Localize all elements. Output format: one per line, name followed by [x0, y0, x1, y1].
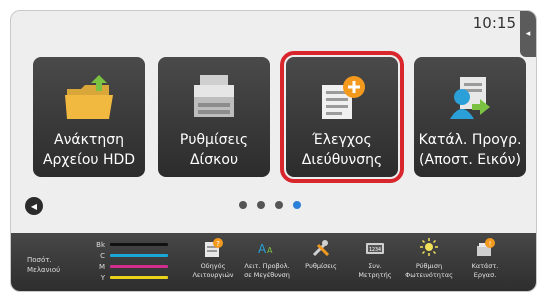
- bottom-function-bar: Ποσότ. Μελανιού Bk C M Y ? Οδηγός Λειτου…: [11, 233, 536, 291]
- toner-bar-magenta: [110, 265, 168, 268]
- function-label: Ρυθμίσεις: [305, 262, 337, 270]
- function-label: Συν.: [368, 262, 382, 270]
- toner-code: M: [98, 262, 105, 271]
- touch-screen: 10:15 ◂ Ανάκτηση Αρχείου HDD Ρυθμίσεις Δ…: [10, 10, 537, 292]
- function-label: Οδηγός: [200, 262, 226, 270]
- function-label: Φωτεινότητας: [405, 271, 453, 279]
- function-label: Κατάστ.: [471, 262, 499, 270]
- toner-label: Ποσότ. Μελανιού: [27, 255, 60, 275]
- folder-icon: [65, 75, 113, 119]
- page-dot-active[interactable]: [293, 201, 301, 209]
- toner-code: Bk: [96, 240, 105, 249]
- svg-text:1234: 1234: [369, 247, 381, 253]
- guide-icon: ?: [205, 238, 223, 257]
- job-status-button[interactable]: ! Κατάστ. Εργασ.: [459, 237, 511, 280]
- svg-text:A: A: [258, 242, 267, 256]
- svg-text:A: A: [267, 246, 273, 255]
- function-label: Μετρητής: [358, 271, 392, 279]
- toner-row-bk: Bk: [91, 239, 171, 250]
- tile-label-line2: (Αποστ. Εικόν): [419, 152, 521, 168]
- total-count-button[interactable]: 1234 Συν. Μετρητής: [349, 237, 401, 280]
- page-dot[interactable]: [239, 201, 247, 209]
- toner-code: Y: [100, 273, 105, 282]
- tile-hdd-retrieve[interactable]: Ανάκτηση Αρχείου HDD: [33, 57, 145, 177]
- brightness-button[interactable]: Ρύθμιση Φωτεινότητας: [403, 237, 455, 280]
- operation-guide-button[interactable]: ? Οδηγός Λειτουργιών: [187, 237, 239, 280]
- function-label: σε Μεγέθυνση: [244, 271, 290, 279]
- function-label: Εργασ.: [473, 271, 497, 279]
- toner-label-line1: Ποσότ.: [27, 256, 52, 264]
- function-label: Λειτ. Προβολ.: [244, 262, 290, 270]
- enlarge-display-button[interactable]: A A Λειτ. Προβολ. σε Μεγέθυνση: [241, 237, 293, 280]
- toner-label-line2: Μελανιού: [27, 266, 61, 274]
- tile-label-line2: Δίσκου: [189, 152, 239, 168]
- settings-button[interactable]: Ρυθμίσεις: [295, 237, 347, 271]
- counter-icon: 1234: [366, 243, 384, 254]
- toner-code: C: [100, 251, 105, 260]
- function-label: Ρύθμιση: [415, 262, 443, 270]
- tile-disk-settings[interactable]: Ρυθμίσεις Δίσκου: [158, 57, 270, 177]
- page-indicator: [239, 201, 301, 209]
- svg-text:?: ?: [216, 240, 220, 248]
- printer-icon: [194, 75, 234, 117]
- toner-bar-yellow: [110, 276, 168, 279]
- tile-label-line1: Ρυθμίσεις: [179, 132, 249, 148]
- tile-label-line1: Κατάλ. Προγρ.: [418, 132, 522, 148]
- svg-text:!: !: [489, 240, 492, 248]
- tile-label-line1: Ανάκτηση: [54, 132, 124, 148]
- toner-row-m: M: [91, 261, 171, 272]
- tools-icon: [312, 240, 330, 257]
- tile-address-check[interactable]: Έλεγχος Διεύθυνσης: [280, 51, 404, 183]
- tile-label-line1: Έλεγχος: [312, 132, 372, 148]
- toner-bar-cyan: [110, 254, 168, 257]
- previous-page-button[interactable]: ◀: [25, 197, 43, 215]
- toner-row-c: C: [91, 250, 171, 261]
- tile-send-program-list[interactable]: Κατάλ. Προγρ. (Αποστ. Εικόν): [414, 57, 526, 177]
- send-list-icon: [450, 77, 490, 119]
- side-panel-tab[interactable]: ◂: [520, 11, 536, 57]
- tile-label-line2: Αρχείου HDD: [42, 152, 136, 168]
- function-label: Λειτουργιών: [192, 271, 234, 279]
- zoom-text-icon: A A: [258, 242, 273, 256]
- page-dot[interactable]: [257, 201, 265, 209]
- brightness-icon: [420, 238, 438, 256]
- toner-bar-black: [110, 243, 168, 246]
- job-status-icon: !: [477, 238, 495, 256]
- address-book-add-icon: [322, 76, 365, 119]
- clock: 10:15: [472, 14, 516, 32]
- tile-label-line2: Διεύθυνσης: [301, 152, 383, 168]
- toner-row-y: Y: [91, 272, 171, 283]
- page-dot[interactable]: [275, 201, 283, 209]
- shortcut-tiles: Ανάκτηση Αρχείου HDD Ρυθμίσεις Δίσκου Έλ…: [33, 51, 533, 183]
- toner-levels: Bk C M Y: [91, 239, 171, 283]
